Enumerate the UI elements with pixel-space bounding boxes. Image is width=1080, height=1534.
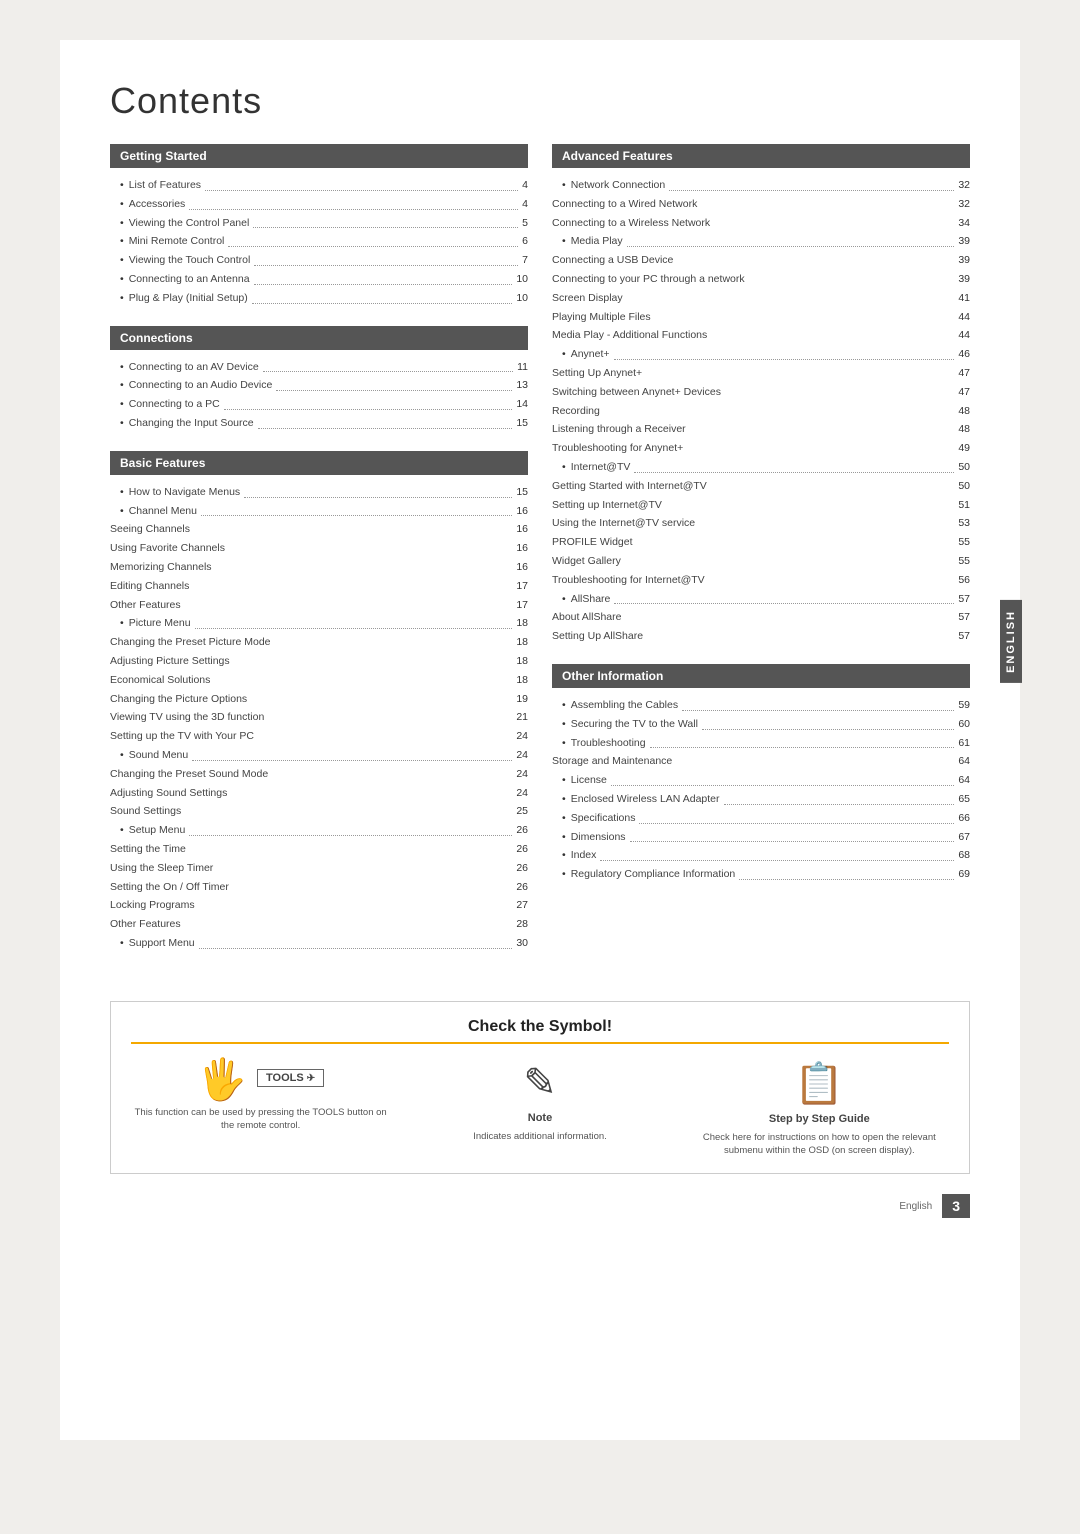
connections-header: Connections [110, 326, 528, 350]
list-item: Switching between Anynet+ Devices47 [552, 383, 970, 402]
two-column-layout: Getting Started List of Features4 Access… [110, 144, 970, 971]
section-getting-started: Getting Started List of Features4 Access… [110, 144, 528, 308]
list-item: Using the Internet@TV service53 [552, 514, 970, 533]
list-item: Adjusting Sound Settings24 [110, 784, 528, 803]
list-item: Setting the On / Off Timer26 [110, 878, 528, 897]
list-item: Connecting a USB Device39 [552, 251, 970, 270]
note-label: Note [528, 1112, 552, 1124]
list-item: Setting the Time26 [110, 840, 528, 859]
list-item: Screen Display41 [552, 289, 970, 308]
list-item: Locking Programs27 [110, 896, 528, 915]
list-item: Editing Channels17 [110, 577, 528, 596]
list-item: Connecting to your PC through a network3… [552, 270, 970, 289]
left-column: Getting Started List of Features4 Access… [110, 144, 528, 971]
check-symbol-section: Check the Symbol! 🖐 TOOLS ✈ This functio… [110, 1001, 970, 1175]
list-item: Listening through a Receiver48 [552, 420, 970, 439]
list-item: Playing Multiple Files44 [552, 308, 970, 327]
list-item: Regulatory Compliance Information69 [552, 865, 970, 884]
list-item: Picture Menu18 [110, 614, 528, 633]
section-advanced-features: Advanced Features Network Connection32 C… [552, 144, 970, 646]
list-item: Setting up Internet@TV51 [552, 496, 970, 515]
tools-description: This function can be used by pressing th… [131, 1106, 390, 1133]
note-description: Indicates additional information. [473, 1130, 607, 1143]
remote-hand-icon: 🖐 [197, 1060, 247, 1100]
list-item: Setup Menu26 [110, 821, 528, 840]
section-basic-features: Basic Features How to Navigate Menus15 C… [110, 451, 528, 953]
step-guide-label: Step by Step Guide [769, 1113, 870, 1125]
tools-symbol: 🖐 TOOLS ✈ This function can be used by p… [131, 1060, 390, 1133]
getting-started-list: List of Features4 Accessories4 Viewing t… [110, 176, 528, 308]
list-item: Changing the Preset Sound Mode24 [110, 765, 528, 784]
list-item: Changing the Preset Picture Mode18 [110, 633, 528, 652]
note-icon: ✎ [523, 1060, 557, 1106]
list-item: Using the Sleep Timer26 [110, 859, 528, 878]
list-item: Adjusting Picture Settings18 [110, 652, 528, 671]
footer-page-number: 3 [942, 1194, 970, 1218]
advanced-features-list: Network Connection32 Connecting to a Wir… [552, 176, 970, 646]
list-item: Recording48 [552, 402, 970, 421]
other-information-header: Other Information [552, 664, 970, 688]
language-tab: ENGLISH [1000, 600, 1022, 683]
list-item: PROFILE Widget55 [552, 533, 970, 552]
list-item: Sound Menu24 [110, 746, 528, 765]
list-item: Setting Up Anynet+47 [552, 364, 970, 383]
list-item: Internet@TV50 [552, 458, 970, 477]
list-item: Support Menu30 [110, 934, 528, 953]
list-item: Anynet+46 [552, 345, 970, 364]
list-item: Economical Solutions18 [110, 671, 528, 690]
list-item: Getting Started with Internet@TV50 [552, 477, 970, 496]
step-guide-symbol: 📋 Step by Step Guide Check here for inst… [690, 1060, 949, 1158]
list-item: Channel Menu16 [110, 502, 528, 521]
page-container: Contents Getting Started List of Feature… [60, 40, 1020, 1440]
list-item: Using Favorite Channels16 [110, 539, 528, 558]
page-footer: English 3 [110, 1194, 970, 1218]
list-item: Changing the Picture Options19 [110, 690, 528, 709]
check-symbol-title: Check the Symbol! [131, 1018, 949, 1044]
list-item: Media Play39 [552, 232, 970, 251]
list-item: Widget Gallery55 [552, 552, 970, 571]
getting-started-header: Getting Started [110, 144, 528, 168]
list-item: Memorizing Channels16 [110, 558, 528, 577]
list-item: Changing the Input Source15 [110, 414, 528, 433]
list-item: Setting Up AllShare57 [552, 627, 970, 646]
basic-features-header: Basic Features [110, 451, 528, 475]
footer-language: English [899, 1201, 932, 1212]
page-title: Contents [110, 80, 970, 122]
symbol-row: 🖐 TOOLS ✈ This function can be used by p… [131, 1060, 949, 1158]
section-connections: Connections Connecting to an AV Device11… [110, 326, 528, 433]
basic-features-list: How to Navigate Menus15 Channel Menu16 S… [110, 483, 528, 953]
list-item: Seeing Channels16 [110, 520, 528, 539]
advanced-features-header: Advanced Features [552, 144, 970, 168]
step-guide-icon: 📋 [794, 1060, 844, 1107]
list-item: Troubleshooting61 [552, 734, 970, 753]
list-item: Viewing TV using the 3D function21 [110, 708, 528, 727]
list-item: Network Connection32 [552, 176, 970, 195]
connections-list: Connecting to an AV Device11 Connecting … [110, 358, 528, 433]
tools-label: TOOLS ✈ [257, 1069, 324, 1087]
list-item: AllShare57 [552, 590, 970, 609]
list-item: About AllShare57 [552, 608, 970, 627]
note-symbol: ✎ Note Indicates additional information. [410, 1060, 669, 1143]
other-information-list: Assembling the Cables59 Securing the TV … [552, 696, 970, 884]
section-other-information: Other Information Assembling the Cables5… [552, 664, 970, 884]
list-item: Plug & Play (Initial Setup)10 [110, 289, 528, 308]
step-guide-description: Check here for instructions on how to op… [690, 1131, 949, 1158]
list-item: Connecting to a Wired Network32 [552, 195, 970, 214]
right-column: Advanced Features Network Connection32 C… [552, 144, 970, 971]
